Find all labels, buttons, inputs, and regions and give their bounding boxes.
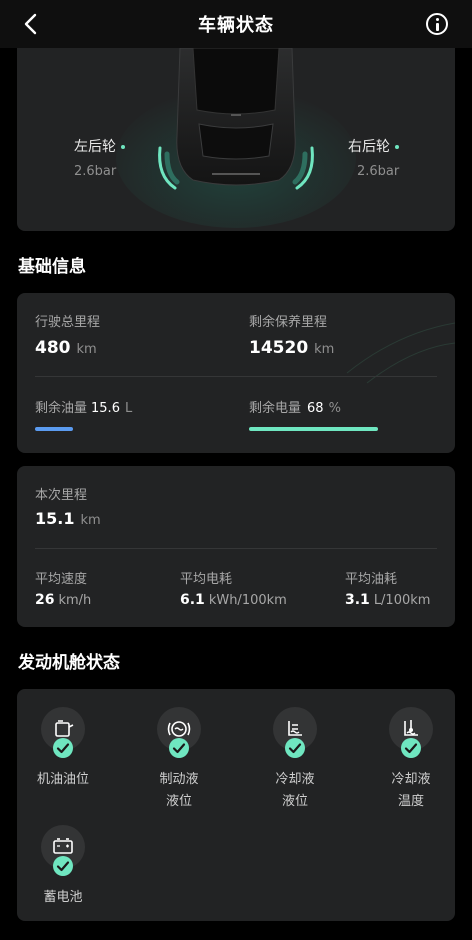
engine-item-coolant-temp[interactable]: 冷却液 温度 xyxy=(371,707,451,809)
battery-level: 剩余电量 68% xyxy=(249,401,341,416)
check-icon xyxy=(285,738,305,758)
trip-card: 本次里程 15.1 km 平均速度 26 km/h 平均电耗 6.1 kWh/100k… xyxy=(17,466,455,627)
total-mileage-value: 480 km xyxy=(35,338,97,358)
basic-info-card: 行驶总里程 480 km 剩余保养里程 14520 km 剩余油量 15.6 L 剩余电… xyxy=(17,293,455,453)
left-rear-tire-value: 2.6bar xyxy=(74,164,117,179)
info-button[interactable] xyxy=(426,13,448,35)
check-icon xyxy=(169,738,189,758)
avg-power-label: 平均电耗 xyxy=(180,572,233,587)
avg-speed-label: 平均速度 xyxy=(35,572,88,587)
maintenance-mileage-label: 剩余保养里程 xyxy=(249,315,328,330)
engine-item-battery[interactable]: 蓄电池 xyxy=(23,825,103,921)
engine-item-label: 冷却液 温度 xyxy=(391,772,431,809)
info-icon xyxy=(435,18,439,21)
fuel-level: 剩余油量 15.6 L xyxy=(35,401,133,416)
engine-item-coolant-level[interactable]: 冷却液 液位 xyxy=(255,707,335,809)
total-mileage-label: 行驶总里程 xyxy=(35,315,101,330)
top-bar: 车辆状态 xyxy=(0,0,472,48)
engine-item-oil-level[interactable]: 机油油位 xyxy=(23,707,103,803)
engine-item-label: 制动液 液位 xyxy=(159,772,199,809)
engine-item-brake-fluid[interactable]: 制动液 液位 xyxy=(139,707,219,809)
avg-power-value: 6.1 kWh/100km xyxy=(180,592,287,608)
engine-item-label: 机油油位 xyxy=(36,772,89,787)
maintenance-mileage-value: 14520 km xyxy=(249,338,335,358)
right-rear-tire-label: 右后轮 xyxy=(348,136,399,156)
avg-fuel-label: 平均油耗 xyxy=(345,572,398,587)
avg-fuel-value: 3.1 L/100km xyxy=(345,592,431,608)
divider xyxy=(35,376,437,377)
divider xyxy=(35,548,437,549)
battery-level-bar xyxy=(249,427,378,431)
left-rear-tire-label: 左后轮 xyxy=(74,136,125,156)
engine-item-label: 冷却液 液位 xyxy=(275,772,315,809)
status-dot xyxy=(121,145,125,149)
engine-status-title: 发动机舱状态 xyxy=(18,653,120,673)
basic-info-title: 基础信息 xyxy=(18,257,86,277)
trip-mileage-label: 本次里程 xyxy=(35,488,88,503)
trip-mileage-value: 15.1 km xyxy=(35,509,101,528)
status-dot xyxy=(395,145,399,149)
engine-status-card: 机油油位 制动液 液位 冷却液 液位 冷却液 温度 蓄电池 xyxy=(17,689,455,921)
engine-item-label: 蓄电池 xyxy=(43,890,83,905)
check-icon xyxy=(53,856,73,876)
page-title: 车辆状态 xyxy=(198,15,274,36)
check-icon xyxy=(401,738,421,758)
right-rear-tire-value: 2.6bar xyxy=(357,164,400,179)
tire-pressure-card: 左后轮 2.6bar 右后轮 2.6bar xyxy=(17,48,455,231)
fuel-level-bar xyxy=(35,427,73,431)
avg-speed-value: 26 km/h xyxy=(35,592,92,608)
check-icon xyxy=(53,738,73,758)
